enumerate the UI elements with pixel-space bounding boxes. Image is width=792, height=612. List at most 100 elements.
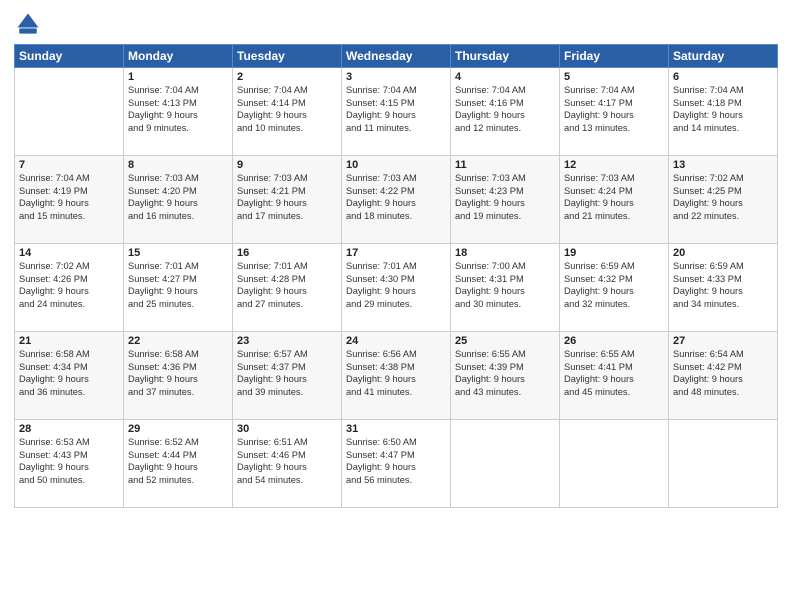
day-info-line: and 34 minutes.: [673, 298, 773, 311]
day-info-line: Sunrise: 6:59 AM: [564, 260, 664, 273]
calendar-header-row: SundayMondayTuesdayWednesdayThursdayFrid…: [15, 45, 778, 68]
day-number: 16: [237, 247, 337, 259]
day-info-line: and 22 minutes.: [673, 210, 773, 223]
calendar-cell: 16Sunrise: 7:01 AMSunset: 4:28 PMDayligh…: [233, 244, 342, 332]
calendar-cell: 28Sunrise: 6:53 AMSunset: 4:43 PMDayligh…: [15, 420, 124, 508]
day-number: 23: [237, 335, 337, 347]
day-info-line: Sunset: 4:14 PM: [237, 97, 337, 110]
day-info-line: Sunrise: 7:01 AM: [346, 260, 446, 273]
day-number: 2: [237, 71, 337, 83]
calendar-cell: 29Sunrise: 6:52 AMSunset: 4:44 PMDayligh…: [124, 420, 233, 508]
day-content: Sunrise: 6:52 AMSunset: 4:44 PMDaylight:…: [128, 436, 228, 486]
day-number: 20: [673, 247, 773, 259]
calendar-header-thursday: Thursday: [451, 45, 560, 68]
day-content: Sunrise: 6:55 AMSunset: 4:41 PMDaylight:…: [564, 348, 664, 398]
day-info-line: Sunrise: 7:04 AM: [673, 84, 773, 97]
day-info-line: Daylight: 9 hours: [455, 373, 555, 386]
calendar-header-monday: Monday: [124, 45, 233, 68]
calendar-header-wednesday: Wednesday: [342, 45, 451, 68]
day-number: 19: [564, 247, 664, 259]
day-info-line: Daylight: 9 hours: [128, 197, 228, 210]
day-info-line: Sunrise: 6:54 AM: [673, 348, 773, 361]
day-info-line: and 50 minutes.: [19, 474, 119, 487]
day-info-line: Daylight: 9 hours: [237, 285, 337, 298]
day-info-line: Daylight: 9 hours: [673, 373, 773, 386]
day-info-line: Daylight: 9 hours: [237, 109, 337, 122]
calendar-cell: 14Sunrise: 7:02 AMSunset: 4:26 PMDayligh…: [15, 244, 124, 332]
day-info-line: Sunset: 4:24 PM: [564, 185, 664, 198]
day-info-line: and 56 minutes.: [346, 474, 446, 487]
day-number: 9: [237, 159, 337, 171]
day-info-line: and 27 minutes.: [237, 298, 337, 311]
day-info-line: Sunrise: 7:03 AM: [128, 172, 228, 185]
day-info-line: Daylight: 9 hours: [455, 197, 555, 210]
day-info-line: and 36 minutes.: [19, 386, 119, 399]
day-info-line: Sunrise: 7:03 AM: [237, 172, 337, 185]
day-info-line: Sunrise: 6:57 AM: [237, 348, 337, 361]
day-content: Sunrise: 6:59 AMSunset: 4:33 PMDaylight:…: [673, 260, 773, 310]
day-number: 25: [455, 335, 555, 347]
day-number: 21: [19, 335, 119, 347]
day-number: 22: [128, 335, 228, 347]
day-info-line: Daylight: 9 hours: [128, 461, 228, 474]
logo-icon: [14, 10, 42, 38]
calendar-cell: 10Sunrise: 7:03 AMSunset: 4:22 PMDayligh…: [342, 156, 451, 244]
day-info-line: Daylight: 9 hours: [128, 109, 228, 122]
day-number: 11: [455, 159, 555, 171]
day-info-line: Daylight: 9 hours: [346, 109, 446, 122]
day-number: 8: [128, 159, 228, 171]
calendar-cell: 8Sunrise: 7:03 AMSunset: 4:20 PMDaylight…: [124, 156, 233, 244]
day-info-line: Daylight: 9 hours: [346, 285, 446, 298]
day-content: Sunrise: 7:04 AMSunset: 4:19 PMDaylight:…: [19, 172, 119, 222]
day-info-line: and 29 minutes.: [346, 298, 446, 311]
day-info-line: Sunset: 4:28 PM: [237, 273, 337, 286]
day-content: Sunrise: 6:59 AMSunset: 4:32 PMDaylight:…: [564, 260, 664, 310]
day-info-line: Daylight: 9 hours: [346, 373, 446, 386]
day-info-line: and 24 minutes.: [19, 298, 119, 311]
calendar-cell: [451, 420, 560, 508]
day-info-line: and 16 minutes.: [128, 210, 228, 223]
day-content: Sunrise: 7:01 AMSunset: 4:30 PMDaylight:…: [346, 260, 446, 310]
calendar-cell: 26Sunrise: 6:55 AMSunset: 4:41 PMDayligh…: [560, 332, 669, 420]
calendar-cell: [15, 68, 124, 156]
day-info-line: Sunrise: 6:50 AM: [346, 436, 446, 449]
day-info-line: Daylight: 9 hours: [237, 461, 337, 474]
calendar-cell: 11Sunrise: 7:03 AMSunset: 4:23 PMDayligh…: [451, 156, 560, 244]
day-info-line: Sunset: 4:33 PM: [673, 273, 773, 286]
day-content: Sunrise: 7:03 AMSunset: 4:23 PMDaylight:…: [455, 172, 555, 222]
calendar-cell: 13Sunrise: 7:02 AMSunset: 4:25 PMDayligh…: [669, 156, 778, 244]
day-number: 13: [673, 159, 773, 171]
day-info-line: Sunset: 4:39 PM: [455, 361, 555, 374]
day-info-line: Sunset: 4:25 PM: [673, 185, 773, 198]
day-content: Sunrise: 7:03 AMSunset: 4:20 PMDaylight:…: [128, 172, 228, 222]
day-info-line: Sunset: 4:23 PM: [455, 185, 555, 198]
day-info-line: and 19 minutes.: [455, 210, 555, 223]
day-content: Sunrise: 6:58 AMSunset: 4:34 PMDaylight:…: [19, 348, 119, 398]
day-info-line: Sunset: 4:34 PM: [19, 361, 119, 374]
day-info-line: and 12 minutes.: [455, 122, 555, 135]
day-content: Sunrise: 7:03 AMSunset: 4:21 PMDaylight:…: [237, 172, 337, 222]
day-info-line: Sunset: 4:22 PM: [346, 185, 446, 198]
day-info-line: Sunrise: 7:04 AM: [19, 172, 119, 185]
day-content: Sunrise: 6:57 AMSunset: 4:37 PMDaylight:…: [237, 348, 337, 398]
day-info-line: Daylight: 9 hours: [346, 461, 446, 474]
day-info-line: Sunrise: 6:55 AM: [564, 348, 664, 361]
day-info-line: Daylight: 9 hours: [564, 373, 664, 386]
day-content: Sunrise: 7:02 AMSunset: 4:26 PMDaylight:…: [19, 260, 119, 310]
day-content: Sunrise: 7:01 AMSunset: 4:28 PMDaylight:…: [237, 260, 337, 310]
day-content: Sunrise: 7:03 AMSunset: 4:24 PMDaylight:…: [564, 172, 664, 222]
day-info-line: Sunrise: 7:03 AM: [455, 172, 555, 185]
day-info-line: Daylight: 9 hours: [19, 197, 119, 210]
day-number: 6: [673, 71, 773, 83]
day-info-line: and 14 minutes.: [673, 122, 773, 135]
day-info-line: Sunrise: 7:00 AM: [455, 260, 555, 273]
day-number: 17: [346, 247, 446, 259]
day-info-line: Sunset: 4:31 PM: [455, 273, 555, 286]
day-info-line: Daylight: 9 hours: [564, 197, 664, 210]
day-info-line: Sunset: 4:37 PM: [237, 361, 337, 374]
day-content: Sunrise: 6:50 AMSunset: 4:47 PMDaylight:…: [346, 436, 446, 486]
header: [14, 10, 778, 38]
day-info-line: Sunset: 4:44 PM: [128, 449, 228, 462]
day-info-line: Sunset: 4:46 PM: [237, 449, 337, 462]
day-info-line: Sunset: 4:36 PM: [128, 361, 228, 374]
